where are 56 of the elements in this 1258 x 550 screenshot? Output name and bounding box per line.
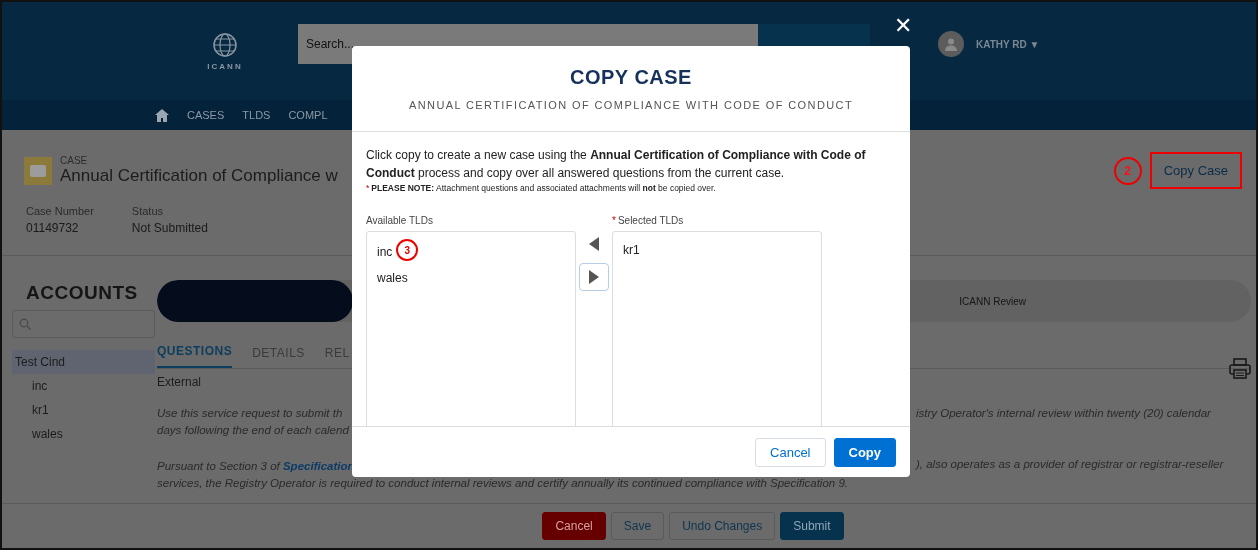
avatar-icon[interactable] bbox=[938, 31, 964, 57]
move-right-icon bbox=[589, 270, 599, 284]
list-option[interactable]: inc bbox=[377, 245, 393, 259]
user-menu[interactable]: KATHY RD ▼ bbox=[976, 38, 1040, 50]
paragraph-text: services, the Registry Operator is required to conduct internal reviews and certify annually its continued compliance with Specification 9. bbox=[157, 476, 849, 491]
dialog-note: PLEASE NOTE: Attachment questions and associated attachments will not be copied over. bbox=[371, 183, 716, 193]
nav-item[interactable]: COMPL bbox=[288, 109, 328, 121]
paragraph-text: Pursuant to Section 3 of Specification bbox=[157, 460, 355, 472]
footer-button[interactable]: Save bbox=[610, 512, 665, 540]
tab[interactable]: QUESTIONS bbox=[157, 336, 233, 368]
paragraph-text: Use this service request to submit th bbox=[157, 406, 344, 421]
dialog-description: Click copy to create a new case using the Annual Certification of Compliance with Code of Conduct process and copy over all answered questions from the current case. bbox=[366, 147, 867, 182]
field-label: Case Number bbox=[26, 205, 94, 217]
record-type-label: CASE bbox=[60, 155, 89, 166]
field-label: Status bbox=[131, 205, 165, 217]
list-option[interactable]: wales bbox=[377, 271, 408, 285]
nav-item[interactable]: TLDS bbox=[242, 109, 271, 121]
case-title: Annual Certification of Compliance w bbox=[60, 166, 338, 186]
required-asterisk: * bbox=[612, 215, 616, 226]
dialog-button[interactable]: Cancel bbox=[755, 437, 826, 467]
search-icon bbox=[19, 318, 31, 330]
tld-item[interactable]: wales bbox=[12, 422, 155, 446]
account-item[interactable]: Test Cind bbox=[12, 350, 155, 374]
tld-item[interactable]: kr1 bbox=[12, 398, 155, 422]
required-asterisk: * bbox=[366, 183, 370, 193]
paragraph-text: istry Operator's internal review within twenty (20) calendar bbox=[916, 406, 1212, 421]
tld-item[interactable]: inc bbox=[12, 374, 155, 398]
paragraph-text: ), also operates as a provider of registrar or registrar-reseller bbox=[916, 457, 1225, 472]
field-value: Not Submitted bbox=[131, 221, 208, 235]
path-stage-current[interactable] bbox=[157, 280, 353, 322]
section-label: External bbox=[157, 375, 203, 389]
footer-button[interactable]: Submit bbox=[780, 512, 844, 540]
list-label: Selected TLDs bbox=[617, 215, 684, 226]
account-search-field[interactable] bbox=[12, 310, 155, 338]
copy-case-button[interactable]: Copy Case bbox=[1149, 152, 1242, 189]
dialog-button[interactable]: Copy bbox=[833, 437, 896, 467]
specification-link[interactable]: Specification bbox=[282, 460, 355, 472]
list-option[interactable]: kr1 bbox=[623, 243, 640, 257]
sidebar-title: ACCOUNTS bbox=[26, 282, 139, 304]
briefcase-icon bbox=[24, 156, 52, 185]
printer-icon[interactable] bbox=[1229, 358, 1251, 380]
home-icon[interactable] bbox=[155, 108, 169, 122]
logo-text: ICANN bbox=[207, 61, 243, 71]
paragraph-text: days following the end of each calend bbox=[157, 423, 350, 438]
dialog-title: COPY CASE bbox=[570, 66, 692, 89]
list-label: Available TLDs bbox=[366, 215, 434, 226]
footer-button[interactable]: Undo Changes bbox=[669, 512, 776, 540]
field-value: 01149732 bbox=[26, 221, 80, 235]
footer-button[interactable]: Cancel bbox=[542, 512, 606, 540]
nav-item[interactable]: CASES bbox=[187, 109, 225, 121]
move-right-button[interactable] bbox=[579, 263, 609, 291]
callout-number: 3 bbox=[396, 239, 419, 261]
close-button[interactable]: ✕ bbox=[894, 14, 913, 38]
callout-number: 2 bbox=[1113, 156, 1142, 185]
move-left-icon[interactable] bbox=[589, 237, 599, 251]
dialog-subtitle: ANNUAL CERTIFICATION OF COMPLIANCE WITH CODE OF CONDUCT bbox=[408, 99, 854, 111]
